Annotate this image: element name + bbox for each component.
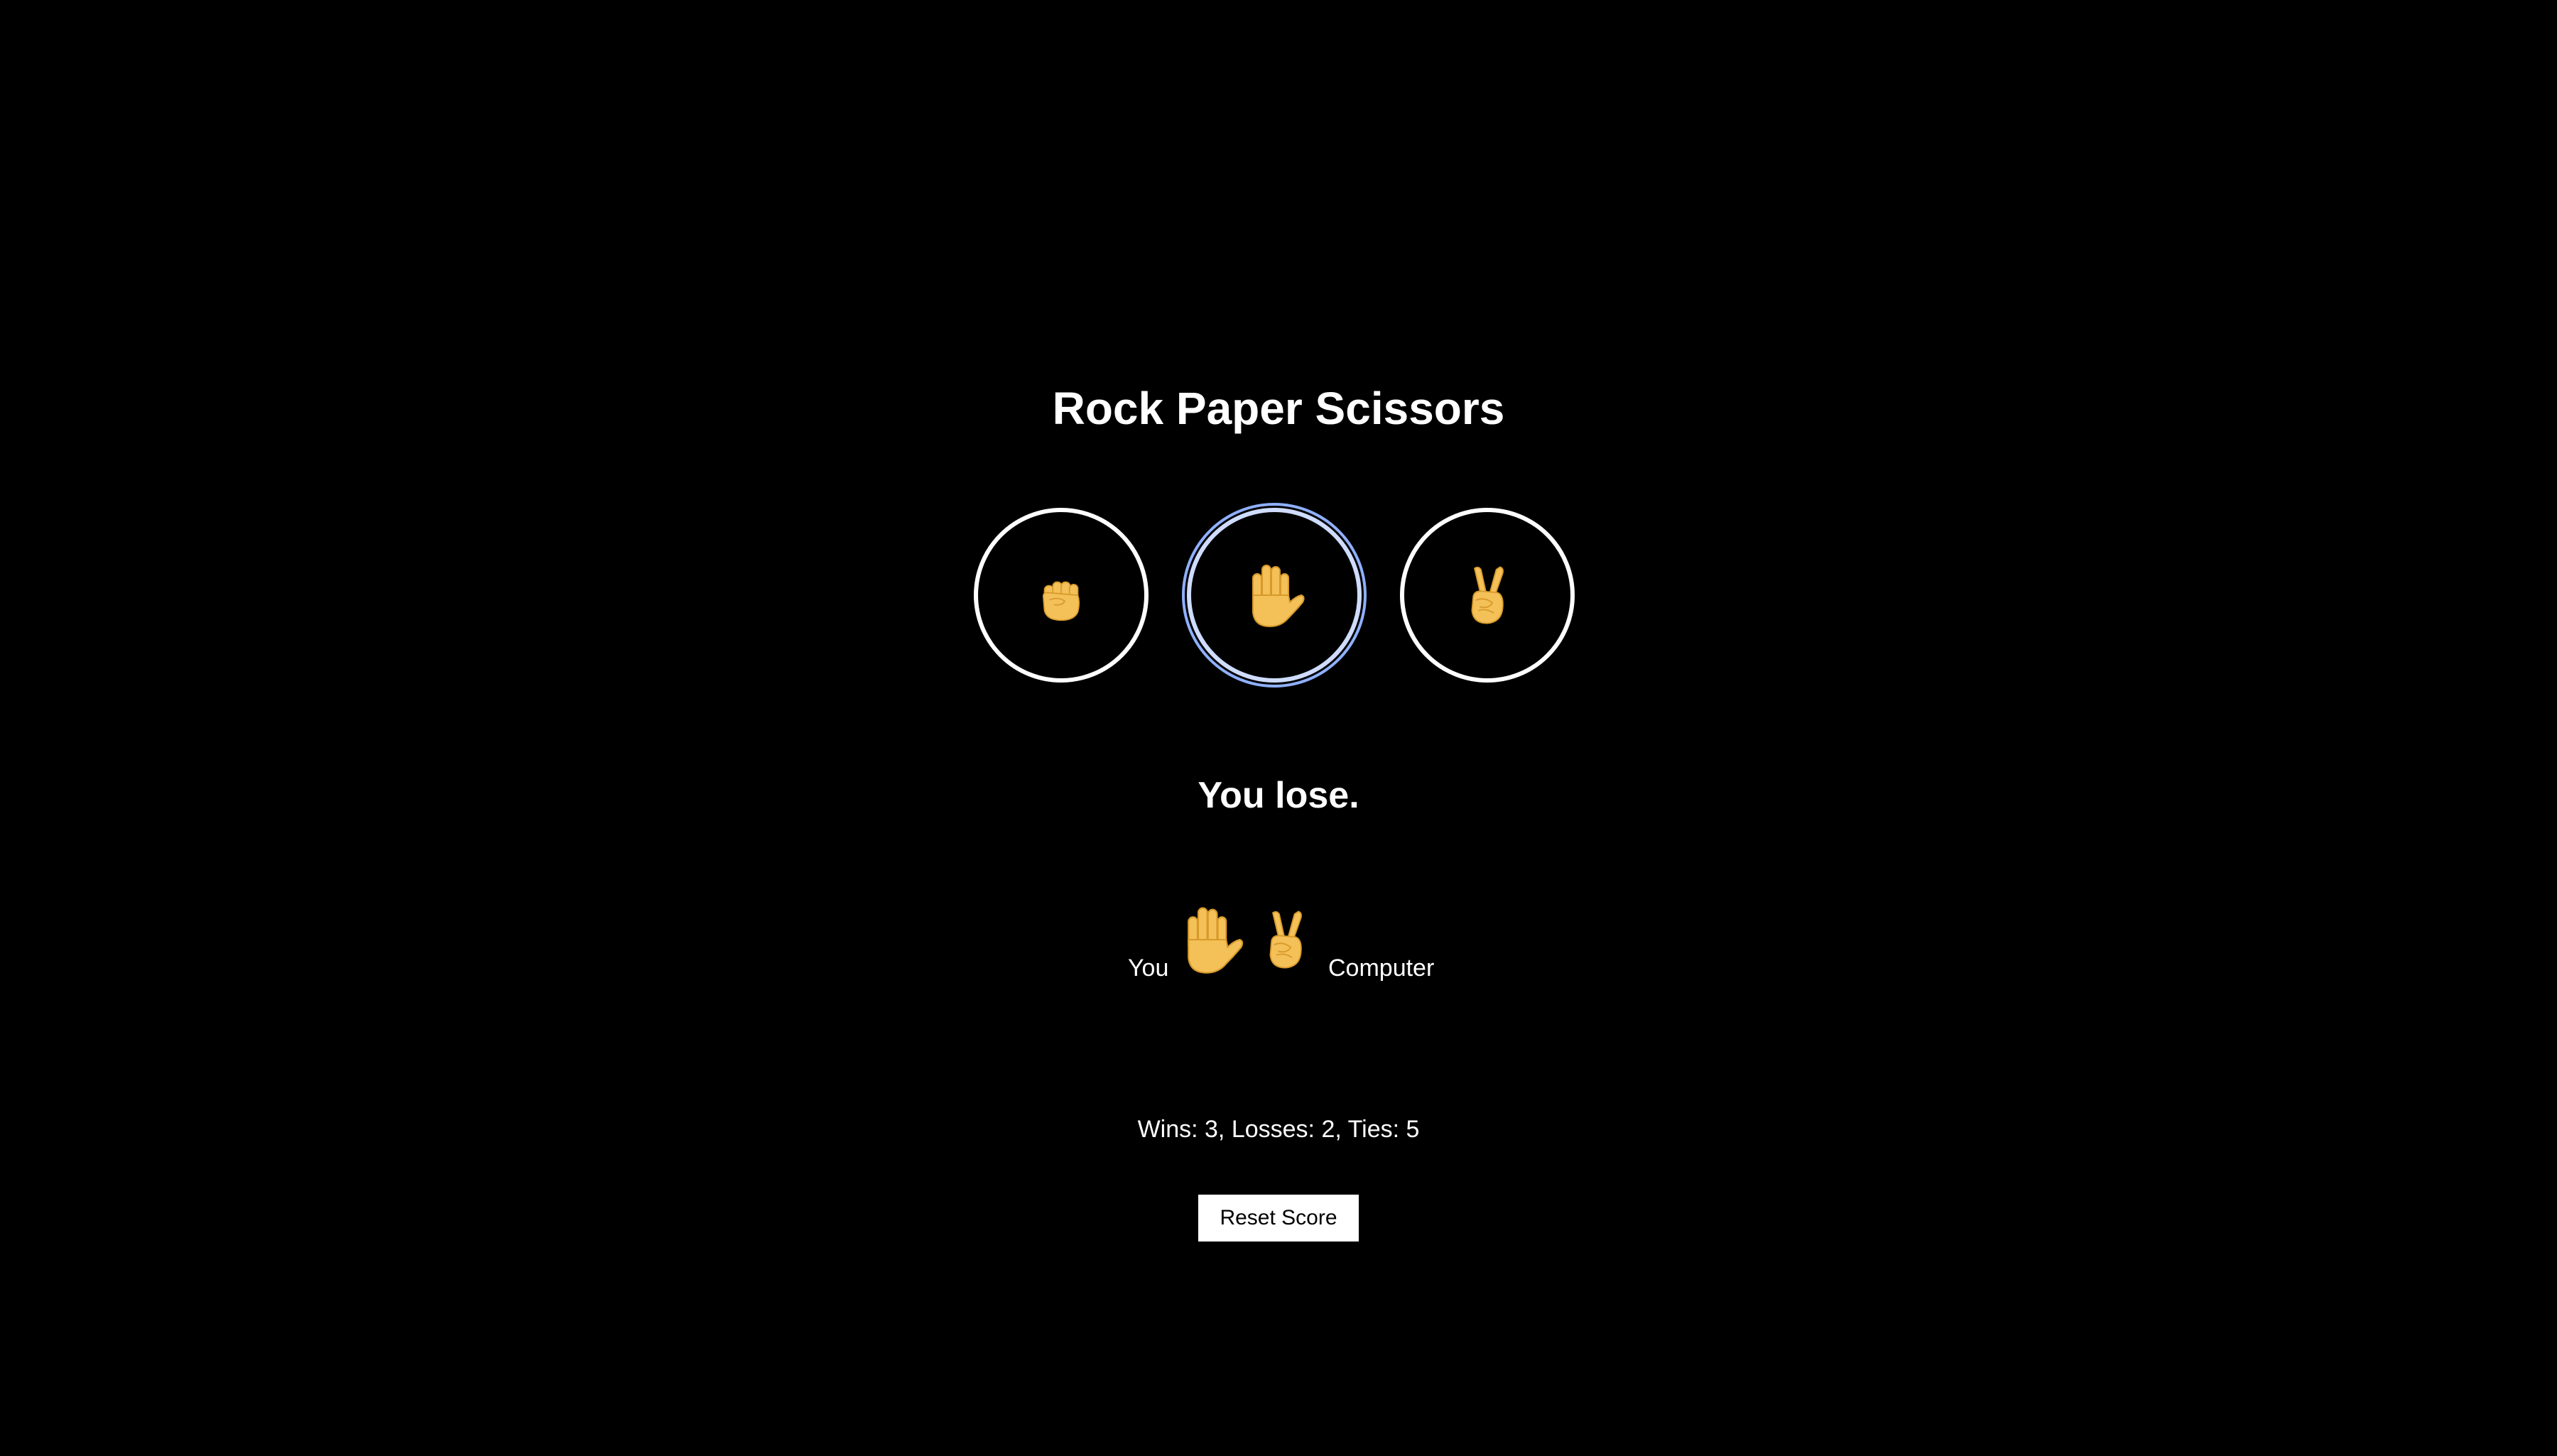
you-label: You: [1128, 955, 1169, 982]
paper-button[interactable]: [1187, 508, 1362, 683]
victory-hand-icon: [1455, 561, 1519, 629]
rock-button[interactable]: [974, 508, 1149, 683]
raised-fist-icon: [1031, 565, 1091, 625]
victory-hand-icon: [1254, 902, 1318, 977]
result-message: You lose.: [1198, 775, 1359, 816]
raised-hand-icon: [1239, 560, 1310, 631]
raised-hand-icon: [1173, 902, 1249, 977]
score-summary: Wins: 3, Losses: 2, Ties: 5: [1137, 1116, 1420, 1143]
round-moves: You Computer: [0, 891, 2557, 984]
scissors-button[interactable]: [1400, 508, 1575, 683]
game-title: Rock Paper Scissors: [1052, 383, 1505, 434]
computer-label: Computer: [1328, 955, 1435, 982]
reset-score-button[interactable]: Reset Score: [1198, 1195, 1359, 1242]
